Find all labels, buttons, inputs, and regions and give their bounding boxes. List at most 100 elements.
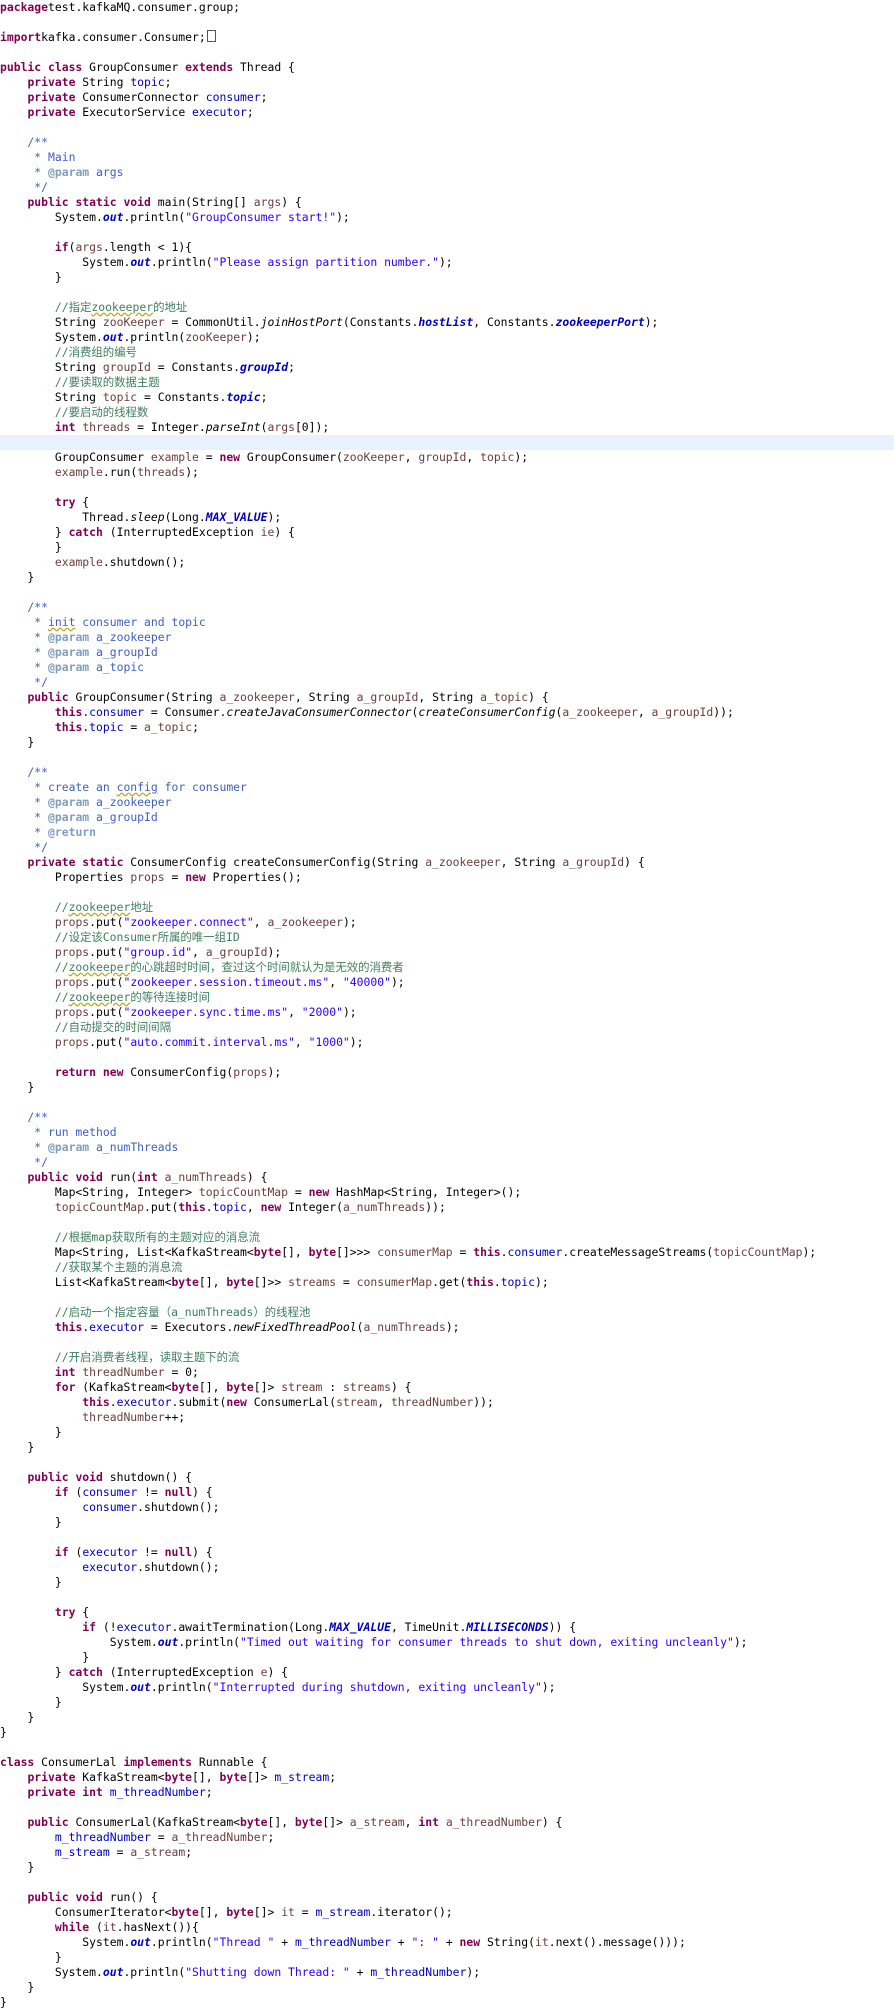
- code-line[interactable]: ConsumerIterator<byte[], byte[]> it = m_…: [0, 1905, 894, 1920]
- code-line[interactable]: props.put("zookeeper.connect", a_zookeep…: [0, 915, 894, 930]
- code-line[interactable]: public class GroupConsumer extends Threa…: [0, 60, 894, 75]
- code-line[interactable]: consumer.shutdown();: [0, 1500, 894, 1515]
- code-line[interactable]: [0, 45, 894, 60]
- code-line[interactable]: importkafka.consumer.Consumer;: [0, 30, 894, 45]
- code-line[interactable]: }: [0, 570, 894, 585]
- code-line[interactable]: }: [0, 1950, 894, 1965]
- code-line[interactable]: System.out.println("Interrupted during s…: [0, 1680, 894, 1695]
- code-line[interactable]: if (consumer != null) {: [0, 1485, 894, 1500]
- code-line[interactable]: * @param a_groupId: [0, 810, 894, 825]
- code-line[interactable]: /**: [0, 600, 894, 615]
- code-line[interactable]: private int m_threadNumber;: [0, 1785, 894, 1800]
- code-line[interactable]: }: [0, 1575, 894, 1590]
- code-line[interactable]: /**: [0, 765, 894, 780]
- code-line[interactable]: m_stream = a_stream;: [0, 1845, 894, 1860]
- code-line[interactable]: System.out.println("Thread " + m_threadN…: [0, 1935, 894, 1950]
- code-line[interactable]: [0, 1335, 894, 1350]
- code-line[interactable]: }: [0, 1650, 894, 1665]
- code-line[interactable]: }: [0, 1080, 894, 1095]
- code-line[interactable]: */: [0, 180, 894, 195]
- code-line[interactable]: props.put("zookeeper.sync.time.ms", "200…: [0, 1005, 894, 1020]
- code-line[interactable]: * run method: [0, 1125, 894, 1140]
- code-line[interactable]: //zookeeper的等待连接时间: [0, 990, 894, 1005]
- code-line[interactable]: try {: [0, 1605, 894, 1620]
- code-line[interactable]: }: [0, 1695, 894, 1710]
- code-line[interactable]: [0, 435, 894, 450]
- code-line[interactable]: public void run() {: [0, 1890, 894, 1905]
- code-line[interactable]: }: [0, 1725, 894, 1740]
- code-line[interactable]: //获取某个主题的消息流: [0, 1260, 894, 1275]
- code-line[interactable]: * @return: [0, 825, 894, 840]
- code-line[interactable]: props.put("zookeeper.session.timeout.ms"…: [0, 975, 894, 990]
- code-line[interactable]: * @param a_topic: [0, 660, 894, 675]
- code-line[interactable]: }: [0, 1440, 894, 1455]
- code-line[interactable]: [0, 1095, 894, 1110]
- code-line[interactable]: */: [0, 1155, 894, 1170]
- code-line[interactable]: private ConsumerConnector consumer;: [0, 90, 894, 105]
- code-line[interactable]: //启动一个指定容量（a_numThreads）的线程池: [0, 1305, 894, 1320]
- code-line[interactable]: private ExecutorService executor;: [0, 105, 894, 120]
- code-line[interactable]: Map<String, List<KafkaStream<byte[], byt…: [0, 1245, 894, 1260]
- code-line[interactable]: //要启动的线程数: [0, 405, 894, 420]
- code-line[interactable]: * init consumer and topic: [0, 615, 894, 630]
- code-line[interactable]: [0, 1590, 894, 1605]
- code-line[interactable]: //开启消费者线程，读取主题下的流: [0, 1350, 894, 1365]
- code-line[interactable]: [0, 225, 894, 240]
- code-line[interactable]: Thread.sleep(Long.MAX_VALUE);: [0, 510, 894, 525]
- code-editor[interactable]: packagetest.kafkaMQ.consumer.group; impor…: [0, 0, 894, 2009]
- code-line[interactable]: [0, 1050, 894, 1065]
- code-line[interactable]: String topic = Constants.topic;: [0, 390, 894, 405]
- code-line[interactable]: List<KafkaStream<byte[], byte[]>> stream…: [0, 1275, 894, 1290]
- code-line[interactable]: }: [0, 1980, 894, 1995]
- code-line[interactable]: String groupId = Constants.groupId;: [0, 360, 894, 375]
- code-line[interactable]: */: [0, 675, 894, 690]
- code-line[interactable]: //消费组的编号: [0, 345, 894, 360]
- code-line[interactable]: /**: [0, 135, 894, 150]
- code-line[interactable]: }: [0, 1425, 894, 1440]
- code-line[interactable]: if (executor != null) {: [0, 1545, 894, 1560]
- code-line[interactable]: int threads = Integer.parseInt(args[0]);: [0, 420, 894, 435]
- code-line[interactable]: [0, 885, 894, 900]
- code-line[interactable]: * Main: [0, 150, 894, 165]
- code-line[interactable]: [0, 585, 894, 600]
- code-line[interactable]: example.run(threads);: [0, 465, 894, 480]
- code-line[interactable]: * @param a_zookeeper: [0, 630, 894, 645]
- code-line[interactable]: private KafkaStream<byte[], byte[]> m_st…: [0, 1770, 894, 1785]
- code-line[interactable]: System.out.println(zooKeeper);: [0, 330, 894, 345]
- code-line[interactable]: [0, 1530, 894, 1545]
- code-line[interactable]: }: [0, 1860, 894, 1875]
- code-line[interactable]: while (it.hasNext()){: [0, 1920, 894, 1935]
- code-line[interactable]: for (KafkaStream<byte[], byte[]> stream …: [0, 1380, 894, 1395]
- code-line[interactable]: threadNumber++;: [0, 1410, 894, 1425]
- code-line[interactable]: [0, 1740, 894, 1755]
- code-line[interactable]: private String topic;: [0, 75, 894, 90]
- code-line[interactable]: m_threadNumber = a_threadNumber;: [0, 1830, 894, 1845]
- code-line[interactable]: //zookeeper地址: [0, 900, 894, 915]
- code-line[interactable]: packagetest.kafkaMQ.consumer.group;: [0, 0, 894, 15]
- code-line[interactable]: topicCountMap.put(this.topic, new Intege…: [0, 1200, 894, 1215]
- code-line[interactable]: //zookeeper的心跳超时时间，查过这个时间就认为是无效的消费者: [0, 960, 894, 975]
- code-line[interactable]: [0, 285, 894, 300]
- code-line[interactable]: System.out.println("Please assign partit…: [0, 255, 894, 270]
- code-line[interactable]: /**: [0, 1110, 894, 1125]
- code-line[interactable]: * @param a_groupId: [0, 645, 894, 660]
- code-line[interactable]: * @param args: [0, 165, 894, 180]
- code-line[interactable]: System.out.println("GroupConsumer start!…: [0, 210, 894, 225]
- code-line[interactable]: public void run(int a_numThreads) {: [0, 1170, 894, 1185]
- code-line[interactable]: */: [0, 840, 894, 855]
- code-line[interactable]: [0, 480, 894, 495]
- code-line[interactable]: [0, 15, 894, 30]
- code-line[interactable]: } catch (InterruptedException e) {: [0, 1665, 894, 1680]
- code-line[interactable]: String zooKeeper = CommonUtil.joinHostPo…: [0, 315, 894, 330]
- code-line[interactable]: * @param a_numThreads: [0, 1140, 894, 1155]
- code-line[interactable]: * create an config for consumer: [0, 780, 894, 795]
- code-line[interactable]: props.put("auto.commit.interval.ms", "10…: [0, 1035, 894, 1050]
- code-line[interactable]: props.put("group.id", a_groupId);: [0, 945, 894, 960]
- code-line[interactable]: executor.shutdown();: [0, 1560, 894, 1575]
- code-line[interactable]: System.out.println("Shutting down Thread…: [0, 1965, 894, 1980]
- code-line[interactable]: Map<String, Integer> topicCountMap = new…: [0, 1185, 894, 1200]
- code-line[interactable]: [0, 750, 894, 765]
- code-line[interactable]: public static void main(String[] args) {: [0, 195, 894, 210]
- code-line[interactable]: [0, 1455, 894, 1470]
- code-line[interactable]: this.executor = Executors.newFixedThread…: [0, 1320, 894, 1335]
